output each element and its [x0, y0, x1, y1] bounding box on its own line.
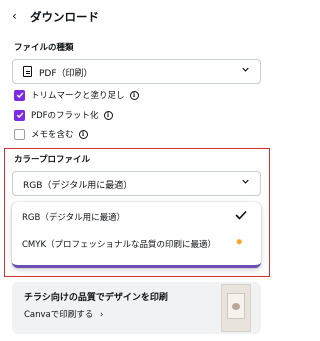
promo-title: チラシ向けの品質でデザインを印刷: [24, 293, 168, 303]
info-icon[interactable]: i: [129, 90, 139, 100]
option-label: トリムマークと塗り足し: [31, 91, 125, 101]
color-profile-menu: RGB（デジタル用に最適） CMYK（プロフェッショナルな品質の印刷に最適） ✸: [12, 202, 261, 268]
option-flatten-pdf[interactable]: PDFのフラット化 i: [14, 108, 113, 122]
flyer-thumbnail: [221, 284, 251, 332]
print-promo-card[interactable]: チラシ向けの品質でデザインを印刷 Canvaで印刷する ›: [12, 282, 261, 334]
chevron-down-icon: [242, 67, 249, 72]
option-label: PDFのフラット化: [31, 111, 99, 121]
chevron-down-icon: [242, 179, 249, 184]
premium-crown-icon: ✸: [235, 238, 243, 248]
promo-link-label: Canvaで印刷する: [24, 310, 94, 320]
option-include-notes[interactable]: メモを含む i: [14, 127, 88, 141]
info-icon[interactable]: i: [103, 110, 113, 120]
menu-option-cmyk[interactable]: CMYK（プロフェッショナルな品質の印刷に最適）: [22, 238, 216, 250]
panel-title: ダウンロード: [30, 10, 99, 24]
checkbox-checked-icon[interactable]: [14, 109, 25, 121]
print-with-canva-link[interactable]: Canvaで印刷する ›: [24, 308, 103, 320]
color-profile-value: RGB（デジタル用に最適）: [23, 181, 133, 191]
menu-option-rgb[interactable]: RGB（デジタル用に最適）: [22, 211, 125, 223]
info-icon[interactable]: i: [78, 129, 88, 139]
option-trim-marks[interactable]: トリムマークと塗り足し i: [14, 88, 139, 102]
color-profile-label: カラープロファイル: [14, 155, 90, 165]
color-profile-select[interactable]: RGB（デジタル用に最適）: [12, 171, 261, 196]
checkmark-icon: [235, 210, 247, 220]
chevron-right-icon: ›: [99, 310, 104, 320]
checkbox-checked-icon[interactable]: [14, 89, 25, 101]
checkbox-unchecked-icon[interactable]: [14, 128, 25, 140]
file-type-select[interactable]: PDF（印刷）: [12, 59, 261, 84]
option-label: メモを含む: [31, 130, 74, 140]
document-icon: [23, 66, 32, 77]
back-chevron-icon[interactable]: ‹: [12, 9, 17, 23]
file-type-label: ファイルの種類: [14, 43, 74, 53]
file-type-value: PDF（印刷）: [39, 69, 93, 79]
